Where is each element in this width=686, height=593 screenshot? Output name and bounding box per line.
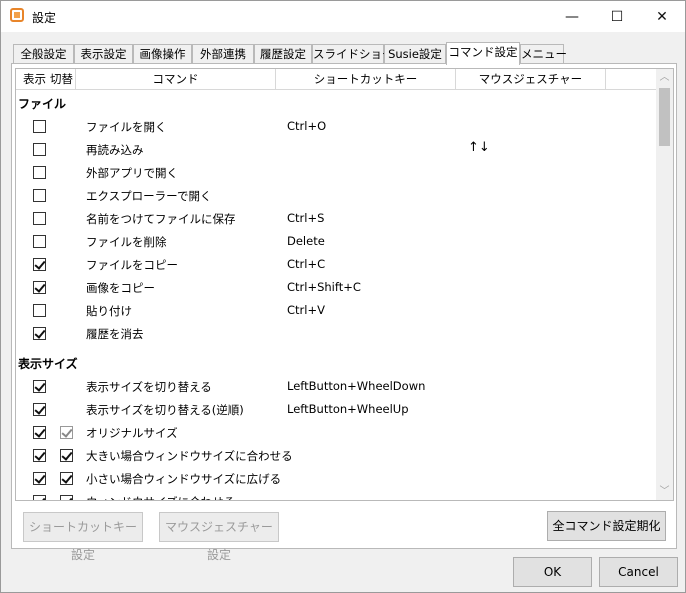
header-shortcut[interactable]: ショートカットキー: [276, 69, 456, 89]
command-name: ファイルを削除: [86, 235, 167, 249]
show-checkbox[interactable]: [33, 189, 46, 202]
table-row[interactable]: 画像をコピー Ctrl+Shift+C: [16, 277, 656, 299]
show-checkbox[interactable]: [33, 143, 46, 156]
tab-display[interactable]: 表示設定: [74, 44, 133, 64]
show-checkbox[interactable]: [33, 472, 46, 485]
table-row[interactable]: ファイルを削除 Delete: [16, 231, 656, 253]
table-row[interactable]: 履歴を消去: [16, 323, 656, 345]
tab-slideshow[interactable]: スライドショー: [312, 44, 394, 64]
cancel-button[interactable]: Cancel: [599, 557, 678, 587]
scroll-down-icon[interactable]: ﹀: [656, 483, 673, 500]
command-name: ファイルを開く: [86, 120, 167, 134]
table-row[interactable]: ウィンドウサイズに合わせる: [16, 491, 656, 500]
header-show[interactable]: 表示: [16, 69, 48, 89]
maximize-button[interactable]: ☐: [594, 1, 640, 32]
command-name: 表示サイズを切り替える: [86, 380, 212, 394]
table-row[interactable]: 表示サイズを切り替える LeftButton+WheelDown: [16, 376, 656, 398]
vertical-scrollbar[interactable]: ︿ ﹀: [656, 69, 673, 500]
shortcut-key: LeftButton+WheelDown: [287, 379, 426, 393]
header-gesture[interactable]: マウスジェスチャー: [456, 69, 606, 89]
command-name: 画像をコピー: [86, 281, 155, 295]
show-checkbox[interactable]: [33, 281, 46, 294]
table-row[interactable]: 名前をつけてファイルに保存 Ctrl+S: [16, 208, 656, 230]
shortcut-key: LeftButton+WheelUp: [287, 402, 409, 416]
tab-image-ops[interactable]: 画像操作: [133, 44, 192, 64]
command-name: 再読み込み: [86, 143, 144, 157]
tab-external[interactable]: 外部連携: [192, 44, 254, 64]
show-checkbox[interactable]: [33, 449, 46, 462]
show-checkbox[interactable]: [33, 327, 46, 340]
table-row[interactable]: ファイルを開く Ctrl+O: [16, 116, 656, 138]
table-row[interactable]: 表示サイズを切り替える(逆順) LeftButton+WheelUp: [16, 399, 656, 421]
command-name: 貼り付け: [86, 304, 132, 318]
toggle-checkbox[interactable]: [60, 472, 73, 485]
settings-window: 設定 — ☐ ✕ 全般設定 表示設定 画像操作 外部連携 履歴設定 スライドショ…: [0, 0, 686, 593]
command-name: オリジナルサイズ: [86, 426, 178, 440]
shortcut-key: Ctrl+S: [287, 211, 325, 225]
table-row[interactable]: エクスプローラーで開く: [16, 185, 656, 207]
shortcut-key: Delete: [287, 234, 325, 248]
minimize-button[interactable]: —: [549, 1, 595, 32]
scroll-thumb[interactable]: [659, 88, 670, 146]
gesture-settings-button[interactable]: マウスジェスチャー設定: [159, 512, 279, 562]
command-name: 表示サイズを切り替える(逆順): [86, 403, 244, 417]
command-name: 履歴を消去: [86, 327, 144, 341]
tab-menu[interactable]: メニュー: [520, 44, 567, 64]
show-checkbox[interactable]: [33, 380, 46, 393]
command-name: ファイルをコピー: [86, 258, 178, 272]
command-name: 小さい場合ウィンドウサイズに広げる: [86, 472, 282, 486]
table-body: ファイルファイルを開く Ctrl+O 再読み込み ↑↓ 外部アプリで開くエクスプローラー…: [16, 90, 656, 500]
shortcut-key: Ctrl+Shift+C: [287, 280, 361, 294]
tab-history[interactable]: 履歴設定: [254, 44, 312, 64]
table-row[interactable]: 貼り付け Ctrl+V: [16, 300, 656, 322]
group-label: 表示サイズ: [18, 357, 78, 371]
show-checkbox[interactable]: [33, 235, 46, 248]
show-checkbox[interactable]: [33, 495, 46, 500]
close-button[interactable]: ✕: [639, 1, 685, 32]
command-name: 大きい場合ウィンドウサイズに合わせる: [86, 449, 293, 463]
table-row[interactable]: オリジナルサイズ: [16, 422, 656, 444]
shortcut-key: Ctrl+C: [287, 257, 326, 271]
tab-susie[interactable]: Susie設定: [384, 44, 446, 64]
show-checkbox[interactable]: [33, 304, 46, 317]
show-checkbox[interactable]: [33, 426, 46, 439]
show-checkbox[interactable]: [33, 258, 46, 271]
header-toggle[interactable]: 切替: [48, 69, 76, 89]
group-label: ファイル: [18, 97, 67, 111]
mouse-gesture: ↑↓: [468, 140, 490, 155]
table-header: 表示 切替 コマンド ショートカットキー マウスジェスチャー: [16, 69, 656, 90]
command-table: 表示 切替 コマンド ショートカットキー マウスジェスチャー ファイルファイルを…: [15, 68, 674, 501]
toggle-checkbox[interactable]: [60, 449, 73, 462]
ok-button[interactable]: OK: [513, 557, 592, 587]
table-row[interactable]: ファイルをコピー Ctrl+C: [16, 254, 656, 276]
scroll-up-icon[interactable]: ︿: [656, 69, 673, 86]
shortcut-key: Ctrl+V: [287, 303, 325, 317]
show-checkbox[interactable]: [33, 166, 46, 179]
table-row[interactable]: 再読み込み ↑↓: [16, 139, 656, 161]
table-row[interactable]: 外部アプリで開く: [16, 162, 656, 184]
initialize-all-commands-button[interactable]: 全コマンド設定期化: [547, 511, 666, 541]
app-icon: [10, 8, 24, 22]
title-bar: 設定 — ☐ ✕: [1, 1, 685, 32]
shortcut-settings-button[interactable]: ショートカットキー設定: [23, 512, 143, 562]
table-row[interactable]: 小さい場合ウィンドウサイズに広げる: [16, 468, 656, 490]
show-checkbox[interactable]: [33, 212, 46, 225]
show-checkbox[interactable]: [33, 120, 46, 133]
command-name: 名前をつけてファイルに保存: [86, 212, 236, 226]
command-name: エクスプローラーで開く: [86, 189, 212, 203]
tab-command[interactable]: コマンド設定: [446, 42, 520, 65]
command-name: 外部アプリで開く: [86, 166, 178, 180]
toggle-checkbox[interactable]: [60, 426, 73, 439]
show-checkbox[interactable]: [33, 403, 46, 416]
window-title: 設定: [32, 11, 57, 25]
command-name: ウィンドウサイズに合わせる: [86, 494, 235, 500]
header-command[interactable]: コマンド: [76, 69, 276, 89]
tab-general[interactable]: 全般設定: [13, 44, 74, 64]
shortcut-key: Ctrl+O: [287, 119, 327, 133]
table-row[interactable]: 大きい場合ウィンドウサイズに合わせる: [16, 445, 656, 467]
toggle-checkbox[interactable]: [60, 495, 73, 500]
